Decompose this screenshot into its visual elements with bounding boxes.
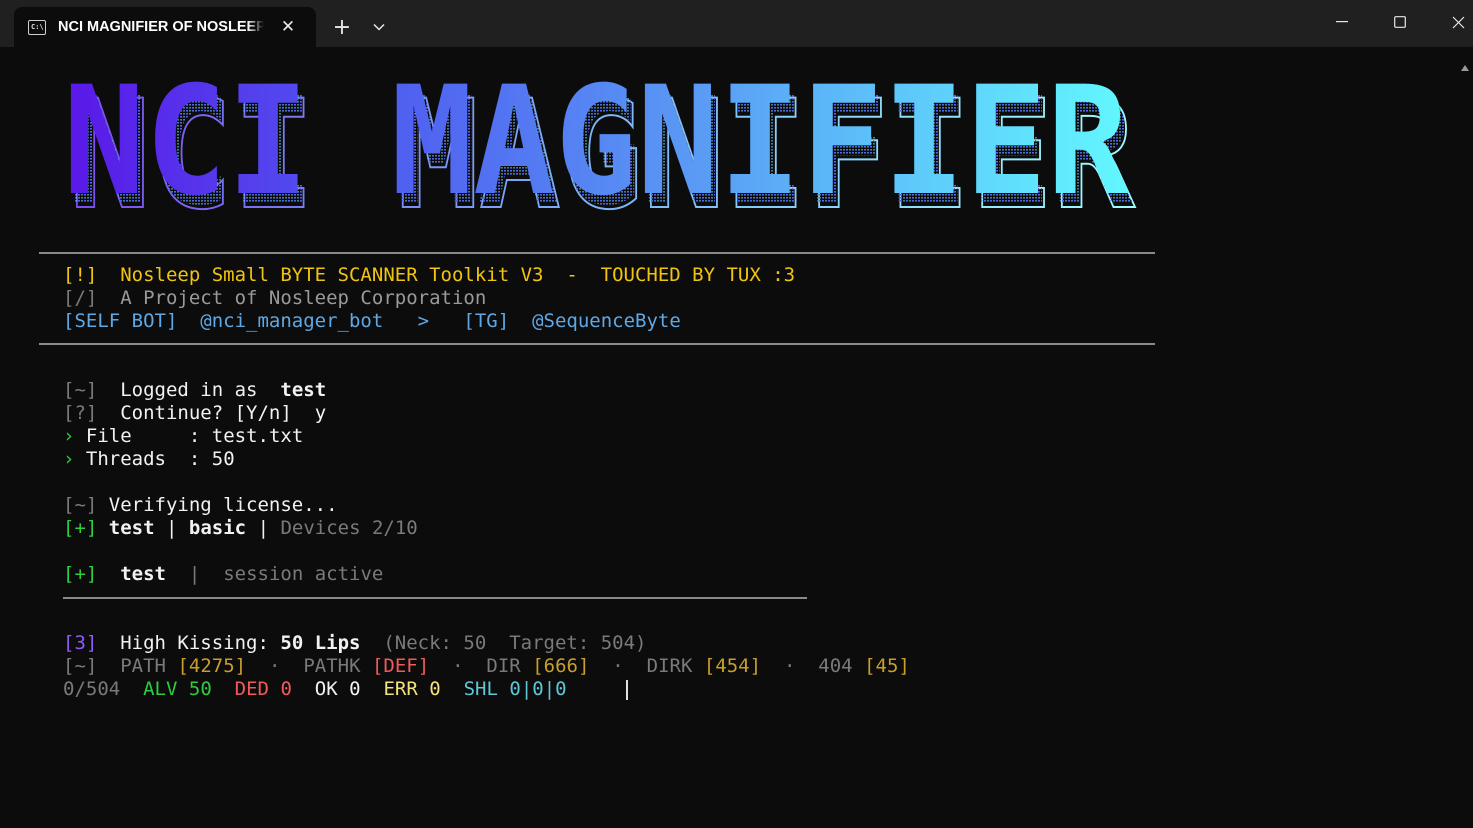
shl-value: 0|0|0	[509, 678, 567, 700]
threads-value: 50	[211, 448, 235, 470]
header-line-1: [!] Nosleep Small BYTE SCANNER Toolkit V…	[63, 264, 795, 287]
tag-tilde: [~]	[63, 494, 98, 516]
file-line: › File : test.txt	[63, 425, 303, 448]
dir-value: [666]	[532, 655, 590, 677]
file-value: test.txt	[211, 425, 304, 447]
license-devices: Devices 2/10	[280, 517, 418, 539]
project-text: A Project of Nosleep Corporation	[120, 287, 487, 309]
dot-separator: ·	[783, 655, 796, 677]
tag-plus: [+]	[63, 517, 98, 539]
shl-label: SHL	[463, 678, 498, 700]
continue-prompt: Continue? [Y/n]	[120, 402, 292, 424]
terminal-icon: C:\	[28, 19, 46, 35]
dot-separator: ·	[268, 655, 281, 677]
tag-tilde: [~]	[63, 655, 98, 677]
license-plan: basic	[188, 517, 247, 539]
n404-value: [45]	[864, 655, 910, 677]
separator-middle	[39, 343, 1155, 345]
mode-value: 50 Lips	[280, 632, 361, 654]
tg-tag: [TG]	[463, 310, 510, 332]
self-bot-tag: [SELF BOT]	[63, 310, 178, 332]
continue-line: [?] Continue? [Y/n] y	[63, 402, 326, 425]
err-value: 0	[429, 678, 441, 700]
n404-label: 404	[818, 655, 853, 677]
header-line-2: [/] A Project of Nosleep Corporation	[63, 287, 486, 310]
tag-plus: [+]	[63, 563, 98, 585]
tab-close-icon[interactable]: ✕	[276, 15, 300, 39]
dirk-label: DIRK	[646, 655, 693, 677]
stats-line: 0/504 ALV 50 DED 0 OK 0 ERR 0 SHL 0|0|0	[63, 678, 567, 701]
separator-bottom	[63, 597, 807, 599]
dot-separator: ·	[612, 655, 624, 677]
ok-label: OK	[314, 678, 338, 700]
tab-dropdown-chevron-icon[interactable]	[365, 14, 393, 40]
ascii-banner: NCI MAGNIFIER NCI MAGNIFIER NCI MAGNIFIE…	[63, 77, 1137, 217]
threads-line: › Threads : 50	[63, 448, 235, 471]
mode-tag: [3]	[63, 632, 98, 654]
separator-top	[39, 252, 1155, 254]
session-status: session active	[223, 563, 384, 585]
path-value: [4275]	[177, 655, 247, 677]
target-label: Target: 504)	[509, 632, 647, 654]
license-line: [+] test | basic | Devices 2/10	[63, 517, 418, 540]
path-label: PATH	[120, 655, 166, 677]
new-tab-button[interactable]: +	[327, 12, 357, 42]
tag-slash: [/]	[63, 287, 98, 309]
alv-value: 50	[188, 678, 212, 700]
arrow-icon: ›	[63, 448, 75, 470]
session-active-line: [+] test | session active	[63, 563, 383, 586]
tag-bang: [!]	[63, 264, 98, 286]
dir-label: DIR	[486, 655, 521, 677]
pathk-value: [DEF]	[371, 655, 430, 677]
self-bot-handle[interactable]: @nci_manager_bot	[200, 310, 383, 332]
threads-label: Threads :	[85, 448, 201, 470]
progress-count: 0/504	[63, 678, 121, 700]
ded-value: 0	[280, 678, 292, 700]
scroll-up-icon[interactable]	[1461, 57, 1469, 71]
header-line-3: [SELF BOT] @nci_manager_bot > [TG] @Sequ…	[63, 310, 681, 333]
text-cursor	[626, 680, 628, 700]
ok-value: 0	[349, 678, 361, 700]
maximize-button[interactable]	[1371, 0, 1429, 44]
alv-label: ALV	[143, 678, 178, 700]
login-user: test	[280, 379, 327, 401]
banner-text: NCI MAGNIFIER	[63, 77, 1130, 217]
dirk-value: [454]	[703, 655, 762, 677]
active-user: test	[120, 563, 166, 585]
login-line: [~] Logged in as test	[63, 379, 326, 402]
arrow-separator: >	[417, 310, 430, 332]
err-label: ERR	[383, 678, 418, 700]
continue-answer: y	[314, 402, 327, 424]
tg-handle[interactable]: @SequenceByte	[532, 310, 681, 332]
dot-separator: ·	[452, 655, 464, 677]
tag-tilde: [~]	[63, 379, 98, 401]
login-label: Logged in as	[120, 379, 258, 401]
file-label: File :	[85, 425, 201, 447]
mode-label: High Kissing:	[120, 632, 269, 654]
neck-label: (Neck: 50	[383, 632, 487, 654]
pipe: |	[188, 563, 201, 585]
title-bar: C:\ NCI MAGNIFIER OF NOSLEEP ✕ +	[0, 0, 1473, 47]
toolkit-title: Nosleep Small BYTE SCANNER Toolkit V3 - …	[120, 264, 796, 286]
close-window-button[interactable]	[1429, 0, 1473, 44]
tag-question: [?]	[63, 402, 98, 424]
pipe: |	[166, 517, 178, 539]
license-user: test	[108, 517, 155, 539]
minimize-button[interactable]	[1313, 0, 1371, 44]
pathk-label: PATHK	[303, 655, 361, 677]
terminal-body[interactable]: NCI MAGNIFIER NCI MAGNIFIER NCI MAGNIFIE…	[5, 47, 1469, 826]
arrow-icon: ›	[63, 425, 75, 447]
terminal-tab[interactable]: C:\ NCI MAGNIFIER OF NOSLEEP ✕	[14, 7, 316, 47]
paths-line: [~] PATH [4275] · PATHK [DEF] · DIR [666…	[63, 655, 910, 678]
tab-title: NCI MAGNIFIER OF NOSLEEP	[58, 19, 264, 35]
mode-line: [3] High Kissing: 50 Lips (Neck: 50 Targ…	[63, 632, 646, 655]
pipe: |	[257, 517, 270, 539]
verify-line: [~] Verifying license...	[63, 494, 338, 517]
verify-text: Verifying license...	[108, 494, 338, 516]
ded-label: DED	[234, 678, 269, 700]
